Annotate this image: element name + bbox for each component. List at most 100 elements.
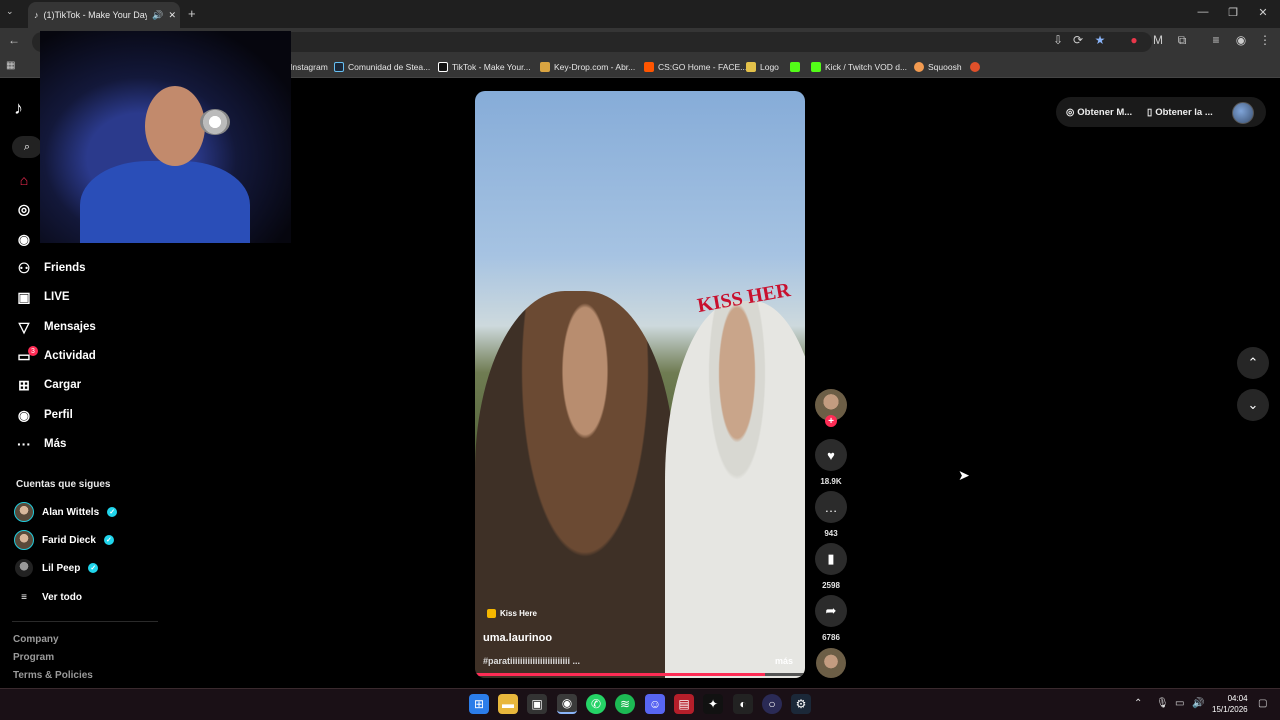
upload-icon: ⊞ <box>18 376 30 393</box>
network-icon[interactable]: ▭ <box>1175 698 1184 709</box>
video-author[interactable]: uma.laurinoo <box>483 632 552 644</box>
sound-label: Kiss Here <box>500 609 537 618</box>
taskbar-clock[interactable]: 04:04 15/1/2026 <box>1212 693 1248 715</box>
extensions-puzzle-icon[interactable]: ⧉ <box>1174 33 1190 48</box>
see-all-link[interactable]: ≡ Ver todo <box>14 586 82 608</box>
tab-audio-icon[interactable]: 🔊 <box>152 10 163 21</box>
get-app-button[interactable]: ▯ Obtener la ... <box>1147 107 1213 118</box>
video-player[interactable]: KISS HER Kiss Here uma.laurinoo #paratii… <box>475 91 805 678</box>
bookmark-kick[interactable] <box>790 60 800 74</box>
sidebar-item-following[interactable]: ◉ <box>14 228 34 250</box>
like-button[interactable]: ♥ <box>815 439 847 471</box>
tiktok-logo-icon[interactable]: ♪ <box>14 98 23 119</box>
back-arrow-icon[interactable]: ← <box>6 33 22 47</box>
active-tab[interactable]: ♪ (1)TikTok - Make Your Day 🔊 ✕ <box>28 2 180 28</box>
translate-icon[interactable]: ⟳ <box>1070 33 1086 47</box>
list-icon: ≡ <box>21 591 27 603</box>
adblock-extension-icon[interactable]: ● <box>1126 33 1142 47</box>
key-drop-icon <box>540 62 550 72</box>
restore-button[interactable]: ❐ <box>1218 6 1248 19</box>
user-avatar[interactable] <box>1232 102 1254 124</box>
kebab-menu-icon[interactable]: ⋮ <box>1257 33 1273 47</box>
volume-icon[interactable]: 🔊 <box>1192 698 1204 709</box>
media-control-icon[interactable]: ≡ <box>1208 33 1224 47</box>
sidebar-item-live[interactable]: ▣ LIVE <box>14 286 69 308</box>
webcam-person-head <box>145 86 205 166</box>
get-coins-button[interactable]: ◎ Obtener M... <box>1066 107 1132 118</box>
next-video-button[interactable]: ⌄ <box>1237 389 1269 421</box>
heart-icon: ♥ <box>827 447 835 463</box>
home-icon: ⌂ <box>19 172 29 188</box>
kick-icon <box>790 62 800 72</box>
install-app-icon[interactable]: ⇩ <box>1050 33 1066 47</box>
bookmark-tiktok[interactable]: TikTok - Make Your... <box>438 60 531 74</box>
minimize-button[interactable]: — <box>1188 6 1218 18</box>
bookmark-squoosh[interactable]: Squoosh <box>914 60 962 74</box>
previous-video-button[interactable]: ⌃ <box>1237 347 1269 379</box>
bookmark-label: Instagram <box>290 62 328 72</box>
sidebar-item-label: Perfil <box>44 409 73 421</box>
app-red-icon[interactable]: ▤ <box>674 694 694 714</box>
tab-list-chevron-icon[interactable]: ⌄ <box>6 6 14 17</box>
chrome-icon[interactable]: ◉ <box>557 694 577 714</box>
spotify-icon[interactable]: ≋ <box>615 694 635 714</box>
bookmark-star-icon[interactable]: ★ <box>1092 33 1108 47</box>
bookmark-faceit[interactable]: CS:GO Home - FACE... <box>644 60 747 74</box>
sidebar-item-messages[interactable]: ▽ Mensajes <box>14 316 96 338</box>
obs-icon[interactable]: ◐ <box>733 694 753 714</box>
tray-chevron-up-icon[interactable]: ⌃ <box>1134 698 1142 709</box>
footer-link-terms[interactable]: Terms & Policies <box>13 670 93 681</box>
extension-m-icon[interactable]: M <box>1150 33 1166 47</box>
music-disc[interactable] <box>816 648 846 678</box>
following-section-title: Cuentas que sigues <box>16 479 111 490</box>
search-icon[interactable]: ⌕ <box>12 136 42 158</box>
following-account[interactable]: Farid Dieck ✓ <box>14 529 114 551</box>
bookmark-extra[interactable] <box>970 60 980 74</box>
footer-link-program[interactable]: Program <box>13 652 54 663</box>
bookmark-instagram[interactable]: Instagram <box>290 60 328 74</box>
bookmark-key-drop[interactable]: Key-Drop.com - Abr... <box>540 60 635 74</box>
sound-tag[interactable]: Kiss Here <box>487 609 537 618</box>
tidal-icon[interactable]: ✦ <box>703 694 723 714</box>
store-icon[interactable]: ▣ <box>527 694 547 714</box>
caption-more-button[interactable]: más <box>775 656 793 666</box>
bookmark-steam-community[interactable]: Comunidad de Stea... <box>334 60 430 74</box>
app-circle-icon[interactable]: ○ <box>762 694 782 714</box>
profile-avatar-icon[interactable]: ◉ <box>1233 33 1249 47</box>
share-button[interactable]: ➦ <box>815 595 847 627</box>
sidebar-item-explore[interactable]: ◎ <box>14 198 34 220</box>
comment-count: 943 <box>824 529 838 538</box>
sidebar-item-label: Friends <box>44 262 86 274</box>
bookmark-label: Squoosh <box>928 62 962 72</box>
bookmark-logo[interactable]: Logo <box>746 60 779 74</box>
save-button[interactable]: ▮ <box>815 543 847 575</box>
webcam-person-body <box>80 161 250 243</box>
sidebar-item-more[interactable]: ··· Más <box>14 433 66 455</box>
footer-link-company[interactable]: Company <box>13 634 59 645</box>
sidebar-item-friends[interactable]: ⚇ Friends <box>14 257 86 279</box>
sidebar-item-profile[interactable]: ◉ Perfil <box>14 404 73 426</box>
discord-icon[interactable]: ☺ <box>645 694 665 714</box>
sidebar-item-label: Actividad <box>44 350 96 362</box>
video-progress-bar[interactable] <box>475 673 805 676</box>
squoosh-icon <box>914 62 924 72</box>
follow-plus-icon[interactable]: + <box>825 415 837 427</box>
notifications-icon[interactable]: ▢ <box>1258 698 1267 709</box>
bookmark-kick-twitch-vod[interactable]: Kick / Twitch VOD d... <box>811 60 907 74</box>
following-account[interactable]: Alan Wittels ✓ <box>14 501 118 523</box>
sidebar-item-upload[interactable]: ⊞ Cargar <box>14 374 81 396</box>
windows-start-icon[interactable]: ⊞ <box>469 694 489 714</box>
comment-button[interactable]: … <box>815 491 847 523</box>
apps-grid-icon[interactable]: ▦ <box>6 60 15 71</box>
following-account[interactable]: Lil Peep ✓ <box>14 557 99 579</box>
verified-icon: ✓ <box>107 507 118 517</box>
close-window-button[interactable]: ✕ <box>1248 6 1278 19</box>
new-tab-button[interactable]: + <box>188 6 196 21</box>
microphone-icon[interactable]: 🎙 <box>1156 698 1169 709</box>
tab-close-icon[interactable]: ✕ <box>168 10 176 21</box>
file-explorer-icon[interactable]: ▬ <box>498 694 518 714</box>
sidebar-item-activity[interactable]: ▭ Actividad <box>14 345 96 367</box>
steam-taskbar-icon[interactable]: ⚙ <box>791 694 811 714</box>
sidebar-item-home[interactable]: ⌂ <box>14 169 34 191</box>
whatsapp-icon[interactable]: ✆ <box>586 694 606 714</box>
